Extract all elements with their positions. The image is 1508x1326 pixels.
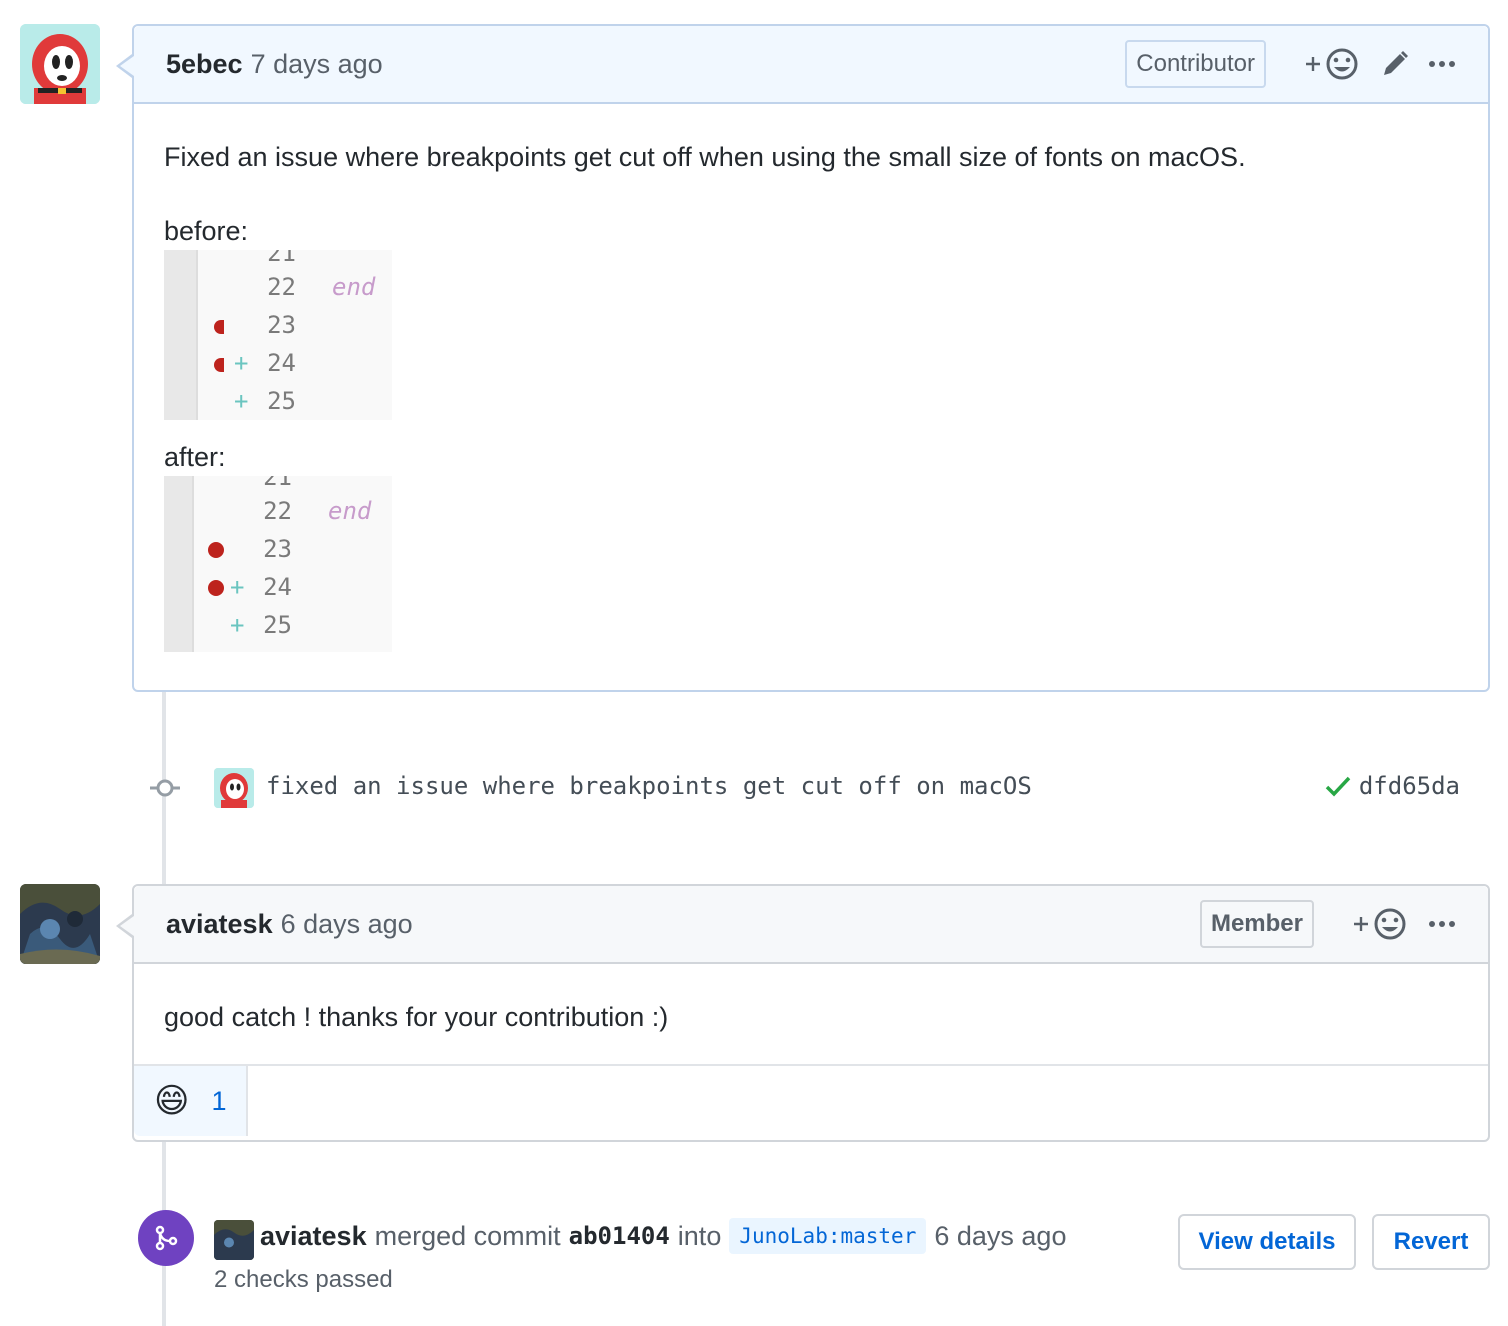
commit-author-avatar[interactable] bbox=[214, 768, 254, 808]
comment-timestamp[interactable]: 7 days ago bbox=[251, 49, 383, 80]
checks-status[interactable]: 2 checks passed bbox=[214, 1266, 393, 1294]
breakpoint-marker bbox=[214, 358, 224, 372]
more-icon bbox=[1429, 61, 1455, 67]
merge-icon bbox=[138, 1210, 194, 1266]
merge-sha[interactable]: ab01404 bbox=[569, 1222, 670, 1250]
pencil-icon bbox=[1384, 51, 1408, 75]
git-merge-icon bbox=[155, 1225, 178, 1251]
check-icon[interactable] bbox=[1325, 775, 1351, 797]
merge-into: into bbox=[677, 1220, 722, 1251]
add-reaction-button[interactable] bbox=[1352, 906, 1410, 942]
comment-card: 5ebec 7 days ago Contributor Fixed an is… bbox=[116, 24, 1490, 692]
breakpoint-marker bbox=[208, 580, 224, 596]
more-icon bbox=[1429, 921, 1455, 927]
before-label: before: bbox=[164, 216, 249, 246]
more-options-button[interactable] bbox=[1428, 60, 1456, 68]
comment-text: good catch ! thanks for your contributio… bbox=[164, 1002, 669, 1032]
commit-icon bbox=[150, 779, 180, 797]
role-badge: Contributor bbox=[1125, 40, 1266, 88]
reaction-button[interactable]: 😄 1 bbox=[134, 1066, 248, 1136]
merge-timestamp[interactable]: 6 days ago bbox=[934, 1221, 1066, 1252]
reactions-bar: 😄 1 bbox=[134, 1064, 1488, 1136]
grinning-face-icon: 😄 bbox=[154, 1082, 190, 1120]
merge-actor-avatar[interactable] bbox=[214, 1220, 254, 1260]
commit-sha[interactable]: dfd65da bbox=[1359, 772, 1460, 800]
reaction-count: 1 bbox=[211, 1085, 227, 1116]
comment-actions: Member bbox=[1199, 900, 1456, 948]
comment-actions: Contributor bbox=[1125, 40, 1456, 88]
merge-event: aviatesk merged commit ab01404 into Juno… bbox=[138, 1210, 1490, 1300]
merge-verb: merged commit bbox=[374, 1220, 561, 1251]
after-label: after: bbox=[164, 442, 226, 472]
merge-actor[interactable]: aviatesk bbox=[260, 1221, 367, 1252]
more-options-button[interactable] bbox=[1428, 920, 1456, 928]
avatar[interactable] bbox=[20, 884, 100, 964]
view-details-button[interactable]: View details bbox=[1178, 1214, 1356, 1270]
breakpoint-marker bbox=[208, 542, 224, 558]
shyguy-avatar-icon bbox=[20, 24, 100, 104]
comment-header: aviatesk 6 days ago Member bbox=[116, 886, 1488, 964]
comment-card: aviatesk 6 days ago Member good catch ! … bbox=[116, 884, 1490, 1142]
comment-timestamp[interactable]: 6 days ago bbox=[281, 909, 413, 940]
add-reaction-icon bbox=[1306, 48, 1358, 80]
add-reaction-button[interactable] bbox=[1304, 46, 1362, 82]
commit-status: dfd65da bbox=[1325, 772, 1460, 800]
merge-description: aviatesk merged commit ab01404 into Juno… bbox=[260, 1218, 1066, 1254]
comment-body: Fixed an issue where breakpoints get cut… bbox=[134, 104, 1488, 692]
edit-button[interactable] bbox=[1380, 49, 1410, 79]
comment-body: good catch ! thanks for your contributio… bbox=[134, 964, 1488, 1064]
commit-event: fixed an issue where breakpoints get cut… bbox=[150, 764, 1460, 812]
comment-header: 5ebec 7 days ago Contributor bbox=[116, 26, 1488, 104]
add-reaction-icon bbox=[1354, 908, 1406, 940]
after-screenshot: 21 22 end 23 +24 +25 bbox=[164, 476, 392, 652]
before-screenshot: 21 22 end 23 +24 +25 bbox=[164, 250, 392, 420]
revert-button[interactable]: Revert bbox=[1372, 1214, 1490, 1270]
role-badge: Member bbox=[1199, 900, 1314, 948]
comment-text: Fixed an issue where breakpoints get cut… bbox=[164, 142, 1246, 172]
comment-author[interactable]: aviatesk bbox=[166, 909, 273, 940]
comment-author[interactable]: 5ebec bbox=[166, 49, 243, 80]
avatar[interactable] bbox=[20, 24, 100, 104]
commit-message[interactable]: fixed an issue where breakpoints get cut… bbox=[266, 772, 1032, 800]
branch-label[interactable]: JunoLab:master bbox=[729, 1218, 927, 1254]
breakpoint-marker bbox=[214, 320, 224, 334]
landscape-avatar-icon bbox=[20, 884, 100, 964]
